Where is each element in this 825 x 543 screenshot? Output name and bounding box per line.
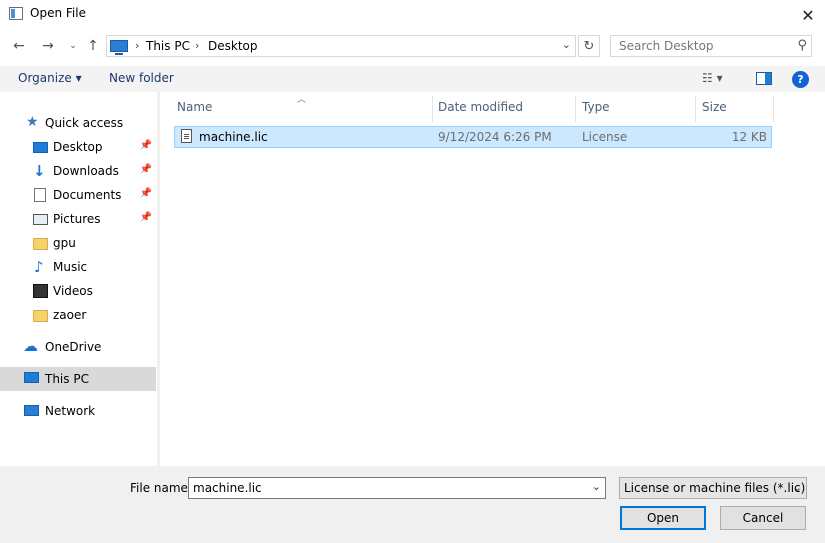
column-header-name[interactable]: Name: [177, 100, 212, 114]
column-header-type[interactable]: Type: [582, 100, 610, 114]
nav-item-documents[interactable]: Documents 📌: [0, 184, 156, 206]
refresh-icon[interactable]: ↻: [578, 35, 600, 57]
help-icon[interactable]: ?: [792, 71, 809, 88]
folder-icon: [33, 310, 48, 322]
file-date-modified: 9/12/2024 6:26 PM: [438, 130, 552, 144]
pin-icon: 📌: [139, 140, 152, 151]
column-divider[interactable]: [432, 96, 433, 122]
search-icon[interactable]: ⚲: [797, 38, 807, 53]
search-input[interactable]: [611, 36, 791, 56]
cloud-icon: ☁: [23, 337, 38, 355]
navigation-pane-scrollbar[interactable]: [157, 92, 160, 466]
file-row[interactable]: machine.lic 9/12/2024 6:26 PM License 12…: [174, 126, 772, 148]
computer-icon: [110, 40, 128, 55]
recent-locations-chevron-icon[interactable]: ⌄: [63, 37, 83, 55]
cancel-button[interactable]: Cancel: [720, 506, 806, 530]
column-divider[interactable]: [575, 96, 576, 122]
forward-arrow-icon[interactable]: →: [38, 37, 58, 55]
preview-pane-icon[interactable]: [756, 72, 772, 85]
pin-icon: 📌: [139, 212, 152, 223]
desktop-icon: [33, 142, 48, 153]
close-icon[interactable]: ✕: [797, 4, 819, 26]
nav-item-pictures[interactable]: Pictures 📌: [0, 208, 156, 230]
column-header-size[interactable]: Size: [702, 100, 727, 114]
window-title: Open File: [30, 6, 86, 20]
column-divider[interactable]: [773, 96, 774, 122]
pictures-icon: [33, 214, 48, 225]
nav-item-this-pc[interactable]: This PC: [0, 367, 156, 391]
document-icon: [34, 188, 46, 202]
nav-item-label: Music: [53, 260, 88, 274]
organize-button[interactable]: Organize ▾: [18, 71, 82, 85]
file-name: machine.lic: [199, 130, 268, 144]
breadcrumb-separator-icon: ›: [135, 39, 140, 52]
nav-item-label: Desktop: [53, 140, 103, 154]
navigation-pane: ★ Quick access Desktop 📌 ↓ Downloads 📌 D…: [0, 92, 160, 466]
nav-item-quick-access[interactable]: ★ Quick access: [0, 112, 156, 134]
pin-icon: 📌: [139, 164, 152, 175]
breadcrumb-desktop[interactable]: Desktop: [208, 39, 258, 53]
open-button[interactable]: Open: [620, 506, 706, 530]
nav-item-label: This PC: [45, 372, 89, 386]
breadcrumb-separator-icon: ›: [195, 39, 200, 52]
nav-item-videos[interactable]: Videos: [0, 280, 156, 302]
nav-item-label: Pictures: [53, 212, 101, 226]
address-bar[interactable]: › This PC › Desktop ⌄: [106, 35, 576, 57]
title-bar: Open File ✕: [0, 0, 825, 30]
folder-icon: [33, 238, 48, 250]
dialog-footer: File name: ⌄ License or machine files (*…: [0, 466, 825, 543]
network-icon: [24, 405, 39, 416]
file-list: ︿ Name Date modified Type Size machine.l…: [161, 92, 825, 466]
nav-item-downloads[interactable]: ↓ Downloads 📌: [0, 160, 156, 182]
nav-item-zaoer[interactable]: zaoer: [0, 304, 156, 326]
nav-item-music[interactable]: ♪ Music: [0, 256, 156, 278]
nav-item-desktop[interactable]: Desktop 📌: [0, 136, 156, 158]
nav-item-label: Documents: [53, 188, 122, 202]
nav-item-network[interactable]: Network: [0, 400, 156, 422]
new-folder-button[interactable]: New folder: [109, 71, 174, 85]
nav-item-label: OneDrive: [45, 340, 102, 354]
breadcrumb-this-pc[interactable]: This PC: [146, 39, 190, 53]
video-icon: [33, 284, 48, 298]
nav-item-label: Downloads: [53, 164, 119, 178]
file-type-filter-value: License or machine files (*.lic): [624, 481, 806, 495]
window-app-icon: [9, 7, 23, 20]
toolbar: Organize ▾ New folder ☷ ▾ ?: [0, 66, 825, 92]
column-header-date-modified[interactable]: Date modified: [438, 100, 523, 114]
file-type-filter-select[interactable]: License or machine files (*.lic) ⌄: [619, 477, 807, 499]
sort-ascending-icon: ︿: [297, 95, 307, 105]
view-options-icon[interactable]: ☷ ▾: [702, 71, 732, 87]
file-size: 12 KB: [731, 130, 767, 144]
nav-item-label: Quick access: [45, 116, 124, 130]
nav-item-label: zaoer: [53, 308, 87, 322]
nav-item-label: Videos: [53, 284, 93, 298]
chevron-down-icon: ⌄: [792, 481, 802, 494]
file-name-label: File name:: [130, 481, 192, 495]
chevron-down-icon[interactable]: ⌄: [562, 38, 571, 51]
pin-icon: 📌: [139, 188, 152, 199]
download-icon: ↓: [33, 162, 46, 180]
search-box: ⚲: [610, 35, 812, 57]
file-name-combobox: ⌄: [188, 477, 606, 499]
star-icon: ★: [26, 114, 39, 130]
up-arrow-icon[interactable]: ↑: [83, 37, 103, 55]
nav-item-label: gpu: [53, 236, 76, 250]
text-file-icon: [181, 129, 192, 143]
music-icon: ♪: [34, 258, 44, 276]
nav-item-gpu[interactable]: gpu: [0, 232, 156, 254]
nav-item-label: Network: [45, 404, 96, 418]
back-arrow-icon[interactable]: ←: [9, 37, 29, 55]
computer-icon: [24, 372, 39, 383]
file-type: License: [582, 130, 628, 144]
column-divider[interactable]: [695, 96, 696, 122]
chevron-down-icon[interactable]: ⌄: [592, 480, 601, 493]
file-name-input[interactable]: [189, 478, 584, 498]
nav-item-onedrive[interactable]: ☁ OneDrive: [0, 336, 156, 358]
